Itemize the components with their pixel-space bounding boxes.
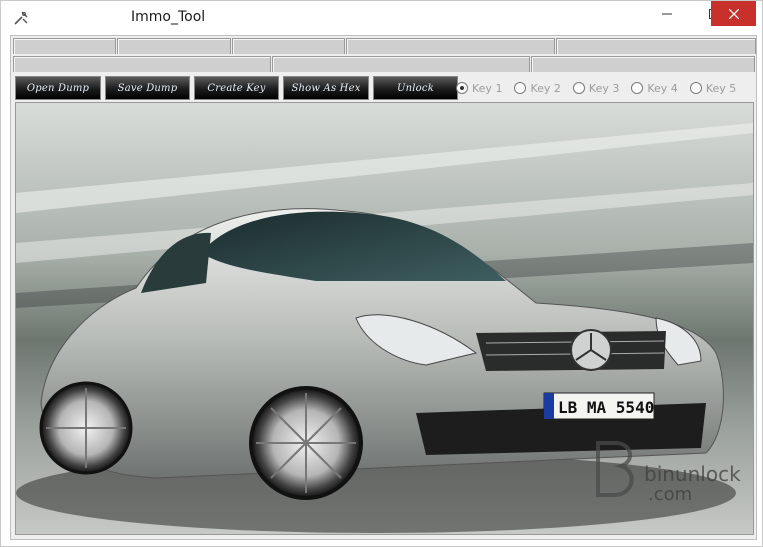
radio-icon <box>572 82 585 94</box>
key-2-label: Key 2 <box>530 81 561 95</box>
client-area: Open Dump Save Dump Create Key Show As H… <box>10 35 757 540</box>
show-as-hex-button[interactable]: Show As Hex <box>283 76 369 100</box>
tab[interactable] <box>346 38 555 54</box>
tools-icon[interactable] <box>13 10 29 26</box>
tab[interactable] <box>13 38 116 54</box>
radio-icon <box>456 82 468 94</box>
key-radio-group: Key 1 Key 2 Key 3 Key 4 Key 5 <box>456 77 748 99</box>
key-4-label: Key 4 <box>647 81 678 95</box>
unlock-button[interactable]: Unlock <box>373 76 458 100</box>
open-dump-button[interactable]: Open Dump <box>15 76 101 100</box>
key-1-radio[interactable]: Key 1 <box>456 82 502 95</box>
close-button[interactable] <box>711 1 756 26</box>
key-4-radio[interactable]: Key 4 <box>631 81 678 95</box>
minimize-button[interactable] <box>644 1 690 26</box>
create-key-button[interactable]: Create Key <box>194 76 279 100</box>
watermark-text: binunlock <box>644 462 741 486</box>
save-dump-button[interactable]: Save Dump <box>105 76 190 100</box>
title-bar[interactable]: Immo_Tool <box>1 1 762 33</box>
app-window: Immo_Tool Open Dump Save Dump Create Key <box>0 0 763 547</box>
license-plate: LB MA 5540 <box>558 398 654 417</box>
watermark-domain: .com <box>648 484 692 505</box>
tab-row-2 <box>13 56 756 73</box>
tab[interactable] <box>531 56 755 72</box>
key-1-label: Key 1 <box>472 81 503 95</box>
key-5-radio[interactable]: Key 5 <box>689 81 737 95</box>
key-2-radio[interactable]: Key 2 <box>514 81 561 95</box>
tab[interactable] <box>117 38 231 54</box>
close-icon <box>728 8 739 19</box>
key-3-label: Key 3 <box>588 81 620 95</box>
minimize-icon <box>662 13 672 14</box>
car-image: LB MA 5540 binunlock .com <box>16 103 753 534</box>
window-title: Immo_Tool <box>131 9 206 25</box>
tab-row-1 <box>13 38 757 55</box>
silver-sports-car-photo: LB MA 5540 binunlock .com <box>15 102 754 535</box>
tab[interactable] <box>556 38 756 54</box>
tab[interactable] <box>272 56 530 72</box>
tab[interactable] <box>13 56 271 72</box>
tab[interactable] <box>232 38 345 54</box>
key-5-label: Key 5 <box>705 81 737 95</box>
toolbar: Open Dump Save Dump Create Key Show As H… <box>15 76 462 100</box>
radio-icon <box>689 82 702 94</box>
key-3-radio[interactable]: Key 3 <box>572 81 620 95</box>
radio-icon <box>514 82 527 94</box>
radio-icon <box>631 82 644 94</box>
